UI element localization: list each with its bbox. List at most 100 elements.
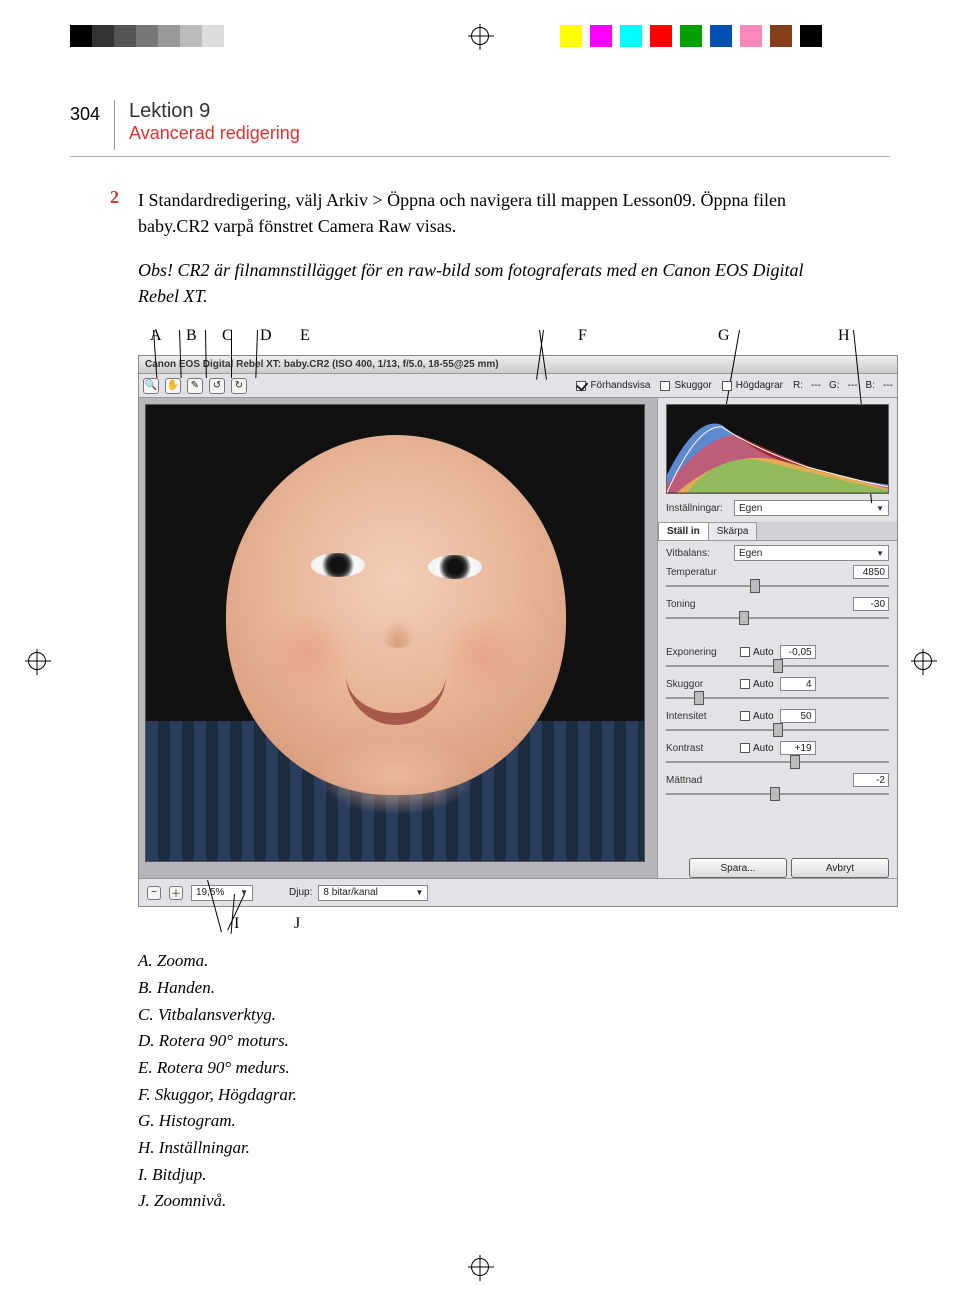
color-swatch xyxy=(70,25,92,47)
shadows-label: Skuggor xyxy=(674,380,711,391)
checkbox-icon xyxy=(576,381,586,391)
color-swatch xyxy=(590,25,612,47)
saturation-label: Mättnad xyxy=(666,775,734,786)
brightness-slider[interactable] xyxy=(666,725,889,735)
tool-group: 🔍 ✋ ✎ ↺ ↻ xyxy=(143,378,247,394)
note-text: Obs! CR2 är filnamnstillägget för en raw… xyxy=(138,257,838,309)
checkbox-icon[interactable] xyxy=(740,647,750,657)
toolbar: 🔍 ✋ ✎ ↺ ↻ Förhandsvisa Skuggor Högdagrar… xyxy=(139,374,897,398)
depth-value: 8 bitar/kanal xyxy=(323,887,377,898)
legend-F: F. Skuggor, Högdagrar. xyxy=(138,1083,890,1108)
rotate-ccw-icon[interactable]: ↺ xyxy=(209,378,225,394)
r-label: R: xyxy=(793,380,803,391)
shadows-value[interactable]: 4 xyxy=(780,677,816,691)
wb-value: Egen xyxy=(739,548,762,559)
preview-checkbox[interactable]: Förhandsvisa xyxy=(576,380,650,391)
color-swatch xyxy=(114,25,136,47)
color-swatch xyxy=(680,25,702,47)
page-number: 304 xyxy=(70,100,115,150)
legend-A: A. Zooma. xyxy=(138,949,890,974)
highlights-checkbox[interactable]: Högdagrar xyxy=(722,380,783,391)
callout-J: J xyxy=(294,915,300,933)
hand-tool-icon[interactable]: ✋ xyxy=(165,378,181,394)
callout-G: G xyxy=(718,327,730,345)
legend-C: C. Vitbalansverktyg. xyxy=(138,1003,890,1028)
color-swatch xyxy=(770,25,792,47)
registration-mark-icon xyxy=(914,652,932,670)
registration-mark-icon xyxy=(471,27,489,45)
zoom-out-button[interactable]: − xyxy=(147,886,161,900)
zoom-in-button[interactable]: ＋ xyxy=(169,886,183,900)
exposure-value[interactable]: -0,05 xyxy=(780,645,816,659)
white-balance-tool-icon[interactable]: ✎ xyxy=(187,378,203,394)
registration-bars xyxy=(0,25,960,50)
highlights-label: Högdagrar xyxy=(736,380,783,391)
step-number: 2 xyxy=(110,187,128,239)
depth-row: Djup: 8 bitar/kanal xyxy=(289,885,428,901)
callout-E: E xyxy=(300,327,310,345)
legend-D: D. Rotera 90° moturs. xyxy=(138,1029,890,1054)
checkbox-icon[interactable] xyxy=(740,743,750,753)
rotate-cw-icon[interactable]: ↻ xyxy=(231,378,247,394)
color-swatch xyxy=(224,25,246,47)
temperature-value[interactable]: 4850 xyxy=(853,565,889,579)
camera-raw-window: Canon EOS Digital Rebel XT: baby.CR2 (IS… xyxy=(138,355,898,907)
temperature-slider[interactable] xyxy=(666,581,889,591)
color-swatch xyxy=(650,25,672,47)
save-button[interactable]: Spara... xyxy=(689,858,787,878)
rgb-readout: R: --- G: --- B: --- xyxy=(793,380,893,391)
settings-label: Inställningar: xyxy=(666,503,730,514)
window-titlebar: Canon EOS Digital Rebel XT: baby.CR2 (IS… xyxy=(139,356,897,374)
zoom-tool-icon[interactable]: 🔍 xyxy=(143,378,159,394)
cancel-button[interactable]: Avbryt xyxy=(791,858,889,878)
b-label: B: xyxy=(866,380,875,391)
callout-B: B xyxy=(186,327,197,345)
depth-select[interactable]: 8 bitar/kanal xyxy=(318,885,428,901)
saturation-slider[interactable] xyxy=(666,789,889,799)
settings-select[interactable]: Egen xyxy=(734,500,889,516)
contrast-value[interactable]: +19 xyxy=(780,741,816,755)
preview-label: Förhandsvisa xyxy=(590,380,650,391)
shadows-checkbox[interactable]: Skuggor xyxy=(660,380,711,391)
tab-adjust[interactable]: Ställ in xyxy=(658,522,709,540)
tint-value[interactable]: -30 xyxy=(853,597,889,611)
page-header: 304 Lektion 9 Avancerad redigering xyxy=(70,100,890,150)
callout-row-bottom: I J xyxy=(138,907,890,935)
legend-G: G. Histogram. xyxy=(138,1109,890,1134)
tint-label: Toning xyxy=(666,599,734,610)
legend-H: H. Inställningar. xyxy=(138,1136,890,1161)
contrast-slider[interactable] xyxy=(666,757,889,767)
callout-I: I xyxy=(234,915,239,933)
exposure-slider[interactable] xyxy=(666,661,889,671)
color-swatch xyxy=(560,25,582,47)
tab-sharpen[interactable]: Skärpa xyxy=(708,522,758,540)
wb-select[interactable]: Egen xyxy=(734,545,889,561)
checkbox-icon[interactable] xyxy=(740,711,750,721)
brightness-value[interactable]: 50 xyxy=(780,709,816,723)
auto-label: Auto xyxy=(753,711,774,722)
plus-icon: ＋ xyxy=(171,885,181,900)
lesson-subtitle: Avancerad redigering xyxy=(129,123,300,144)
lesson-title: Lektion 9 xyxy=(129,100,300,123)
header-rule xyxy=(70,156,890,157)
legend-B: B. Handen. xyxy=(138,976,890,1001)
legend-E: E. Rotera 90° medurs. xyxy=(138,1056,890,1081)
checkbox-icon xyxy=(722,381,732,391)
callout-line xyxy=(231,330,232,378)
r-value: --- xyxy=(811,380,821,391)
depth-label: Djup: xyxy=(289,887,312,898)
legend-I: I. Bitdjup. xyxy=(138,1163,890,1188)
saturation-value[interactable]: -2 xyxy=(853,773,889,787)
temperature-label: Temperatur xyxy=(666,567,734,578)
exposure-label: Exponering xyxy=(666,647,734,658)
registration-mark-icon xyxy=(28,652,46,670)
registration-mark-icon xyxy=(471,1258,489,1276)
shadows-slider[interactable] xyxy=(666,693,889,703)
checkbox-icon[interactable] xyxy=(740,679,750,689)
tint-slider[interactable] xyxy=(666,613,889,623)
auto-label: Auto xyxy=(753,679,774,690)
histogram xyxy=(666,404,889,494)
shadows-slider-label: Skuggor xyxy=(666,679,734,690)
b-value: --- xyxy=(883,380,893,391)
color-swatch xyxy=(136,25,158,47)
